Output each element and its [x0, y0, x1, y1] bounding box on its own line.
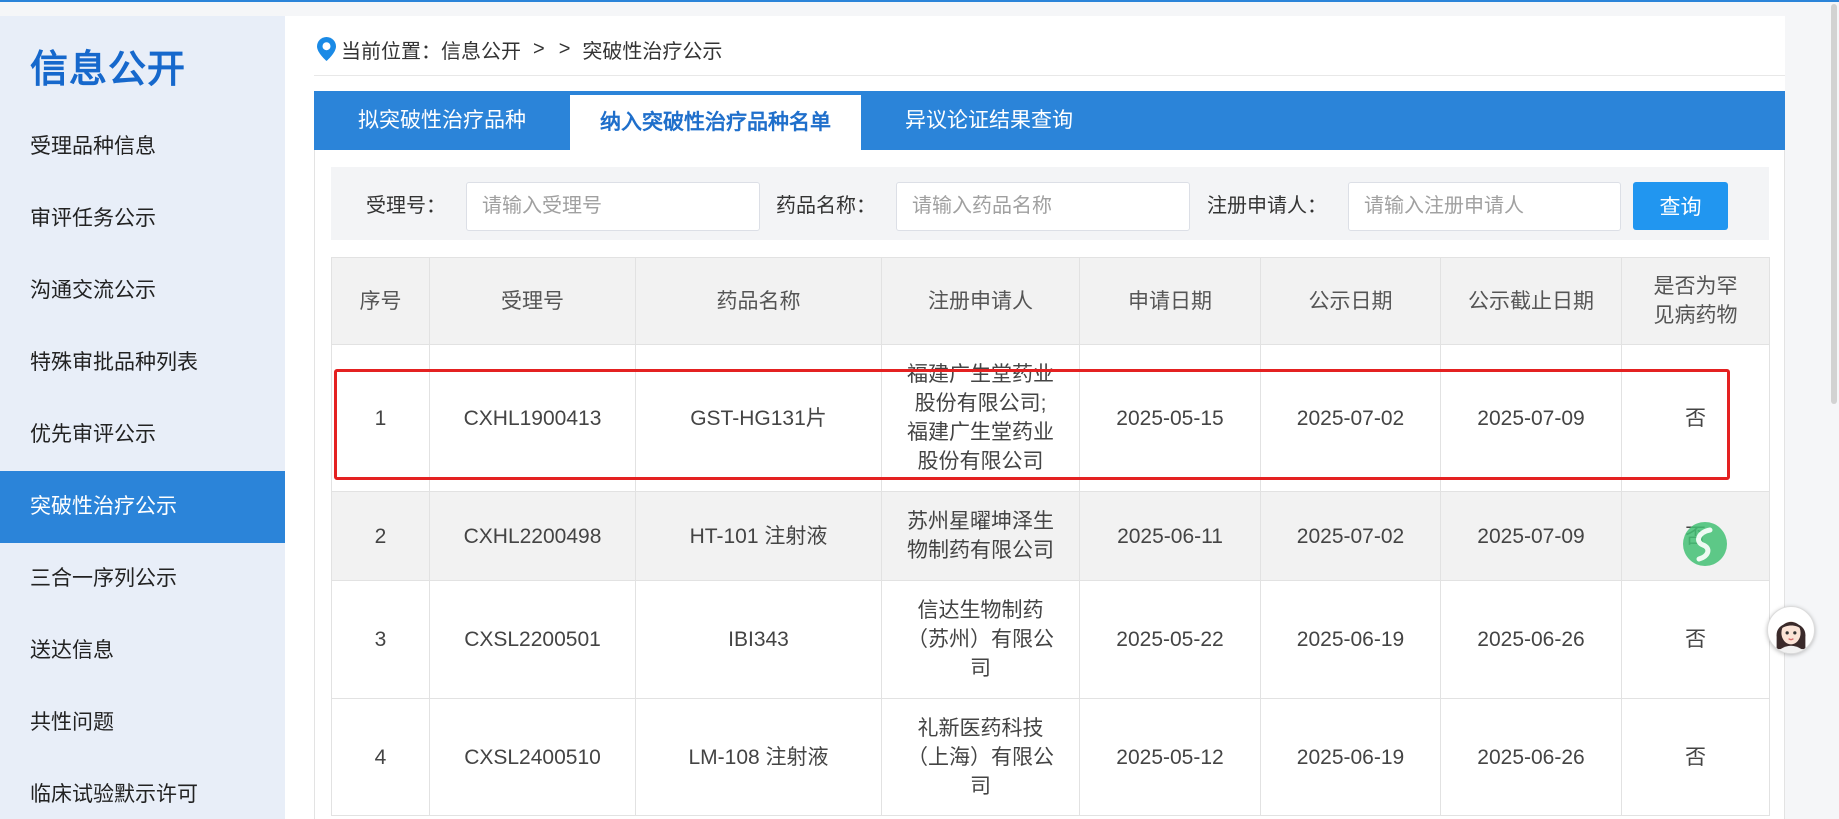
tab-objection-results[interactable]: 异议论证结果查询: [861, 91, 1117, 150]
cell-index: 2: [331, 491, 430, 581]
column-header-deadline: 公示截止日期: [1440, 257, 1622, 345]
column-header-acceptance-no: 受理号: [429, 257, 636, 345]
cell-acceptance-no: CXSL2400510: [429, 698, 636, 816]
sidebar-item-special-approval[interactable]: 特殊审批品种列表: [0, 327, 285, 399]
table-header-row: 序号 受理号 药品名称 注册申请人 申请日期 公示日期 公示截止日期 是否为罕见…: [331, 257, 1770, 345]
cell-publicity-date: 2025-06-19: [1260, 580, 1441, 699]
acceptance-no-label: 受理号：: [366, 195, 446, 217]
cell-drug-name: HT-101 注射液: [635, 491, 882, 581]
cell-applicant-text: 福建广生堂药业股份有限公司;福建广生堂药业股份有限公司: [907, 363, 1054, 473]
sidebar-item-breakthrough-therapy[interactable]: 突破性治疗公示: [0, 471, 285, 543]
breadcrumb-separator: >: [533, 37, 545, 60]
table-row: 4 CXSL2400510 LM-108 注射液 礼新医药科技（上海）有限公司 …: [331, 698, 1770, 816]
search-bar: 受理号： 药品名称： 注册申请人： 查询: [331, 167, 1769, 240]
sidebar-item-priority-review[interactable]: 优先审评公示: [0, 399, 285, 471]
location-pin-icon: [317, 37, 341, 61]
cell-applicant-text: 礼新医药科技（上海）有限公司: [907, 716, 1054, 798]
applicant-input[interactable]: [1348, 182, 1621, 231]
main-panel: 当前位置： 信息公开 > > 突破性治疗公示 拟突破性治疗品种 纳入突破性治疗品…: [285, 16, 1785, 819]
sidebar-title: 信息公开: [30, 49, 187, 91]
page-scrollbar-thumb[interactable]: [1831, 4, 1837, 404]
table-row: 3 CXSL2200501 IBI343 信达生物制药（苏州）有限公司 2025…: [331, 580, 1770, 699]
cell-deadline: 2025-06-26: [1440, 580, 1622, 699]
breakthrough-list-table: 序号 受理号 药品名称 注册申请人 申请日期 公示日期 公示截止日期 是否为罕见…: [331, 257, 1770, 816]
breadcrumb: 当前位置： 信息公开 > > 突破性治疗公示: [317, 35, 723, 64]
cell-rare-disease: 否: [1621, 344, 1770, 492]
avatar-icon[interactable]: [1767, 606, 1815, 654]
breadcrumb-divider: [314, 75, 1785, 76]
column-header-publicity-date: 公示日期: [1260, 257, 1441, 345]
cell-applicant: 福建广生堂药业股份有限公司;福建广生堂药业股份有限公司: [881, 344, 1080, 492]
cell-drug-name: GST-HG131片: [635, 344, 882, 492]
column-header-rare-disease: 是否为罕见病药物: [1621, 257, 1770, 345]
sidebar-item-review-tasks[interactable]: 审评任务公示: [0, 183, 285, 255]
cell-deadline: 2025-07-09: [1440, 344, 1622, 492]
cell-applicant-text: 信达生物制药（苏州）有限公司: [907, 599, 1054, 680]
cell-rare-disease: 否: [1621, 698, 1770, 816]
cell-applicant: 礼新医药科技（上海）有限公司: [881, 698, 1080, 816]
breadcrumb-label: 当前位置：: [341, 40, 441, 63]
table-row: 2 CXHL2200498 HT-101 注射液 苏州星曜坤泽生物制药有限公司 …: [331, 491, 1770, 581]
cell-applicant: 苏州星曜坤泽生物制药有限公司: [881, 491, 1080, 581]
cell-publicity-date: 2025-07-02: [1260, 344, 1441, 492]
cell-acceptance-no: CXHL2200498: [429, 491, 636, 581]
sidebar-item-communication[interactable]: 沟通交流公示: [0, 255, 285, 327]
sidebar-item-accepted-varieties[interactable]: 受理品种信息: [0, 111, 285, 183]
column-header-index: 序号: [331, 257, 430, 345]
breadcrumb-link-info-disclosure[interactable]: 信息公开: [441, 35, 521, 64]
cell-apply-date: 2025-06-11: [1079, 491, 1261, 581]
column-header-apply-date: 申请日期: [1079, 257, 1261, 345]
sidebar: 信息公开 受理品种信息 审评任务公示 沟通交流公示 特殊审批品种列表 优先审评公…: [0, 16, 285, 819]
cell-index: 1: [331, 344, 430, 492]
cell-rare-disease: 否: [1621, 580, 1770, 699]
cell-apply-date: 2025-05-22: [1079, 580, 1261, 699]
cell-drug-name: IBI343: [635, 580, 882, 699]
cell-publicity-date: 2025-06-19: [1260, 698, 1441, 816]
table-row: 1 CXHL1900413 GST-HG131片 福建广生堂药业股份有限公司;福…: [331, 344, 1770, 492]
drug-name-input[interactable]: [896, 182, 1190, 231]
cell-applicant-text: 苏州星曜坤泽生物制药有限公司: [907, 510, 1054, 562]
sidebar-item-common-issues[interactable]: 共性问题: [0, 687, 285, 759]
cell-apply-date: 2025-05-12: [1079, 698, 1261, 816]
top-accent-line: [0, 0, 1839, 2]
cell-publicity-date: 2025-07-02: [1260, 491, 1441, 581]
breadcrumb-separator: >: [558, 37, 571, 60]
applicant-label: 注册申请人：: [1207, 195, 1327, 217]
column-header-rare-disease-label: 是否为罕见病药物: [1653, 275, 1738, 327]
cell-index: 4: [331, 698, 430, 816]
column-header-drug-name: 药品名称: [635, 257, 882, 345]
sidebar-item-three-in-one[interactable]: 三合一序列公示: [0, 543, 285, 615]
cell-acceptance-no: CXSL2200501: [429, 580, 636, 699]
cell-drug-name: LM-108 注射液: [635, 698, 882, 816]
cell-acceptance-no: CXHL1900413: [429, 344, 636, 492]
green-swirl-icon[interactable]: [1681, 520, 1729, 568]
sidebar-menu: 受理品种信息 审评任务公示 沟通交流公示 特殊审批品种列表 优先审评公示 突破性…: [0, 111, 285, 819]
drug-name-label: 药品名称：: [776, 195, 876, 217]
tab-bar: 拟突破性治疗品种 纳入突破性治疗品种名单 异议论证结果查询: [314, 91, 1785, 150]
cell-apply-date: 2025-05-15: [1079, 344, 1261, 492]
column-header-applicant: 注册申请人: [881, 257, 1080, 345]
cell-deadline: 2025-06-26: [1440, 698, 1622, 816]
cell-index: 3: [331, 580, 430, 699]
tab-proposed-breakthrough[interactable]: 拟突破性治疗品种: [314, 91, 570, 150]
query-button[interactable]: 查询: [1633, 182, 1728, 230]
breadcrumb-current: 突破性治疗公示: [582, 40, 723, 63]
sidebar-item-clinical-trial-implied-license[interactable]: 临床试验默示许可: [0, 759, 285, 819]
tab-included-breakthrough-list[interactable]: 纳入突破性治疗品种名单: [570, 95, 861, 150]
sidebar-item-delivery-info[interactable]: 送达信息: [0, 615, 285, 687]
acceptance-no-input[interactable]: [466, 182, 760, 231]
cell-deadline: 2025-07-09: [1440, 491, 1622, 581]
cell-applicant: 信达生物制药（苏州）有限公司: [881, 580, 1080, 699]
